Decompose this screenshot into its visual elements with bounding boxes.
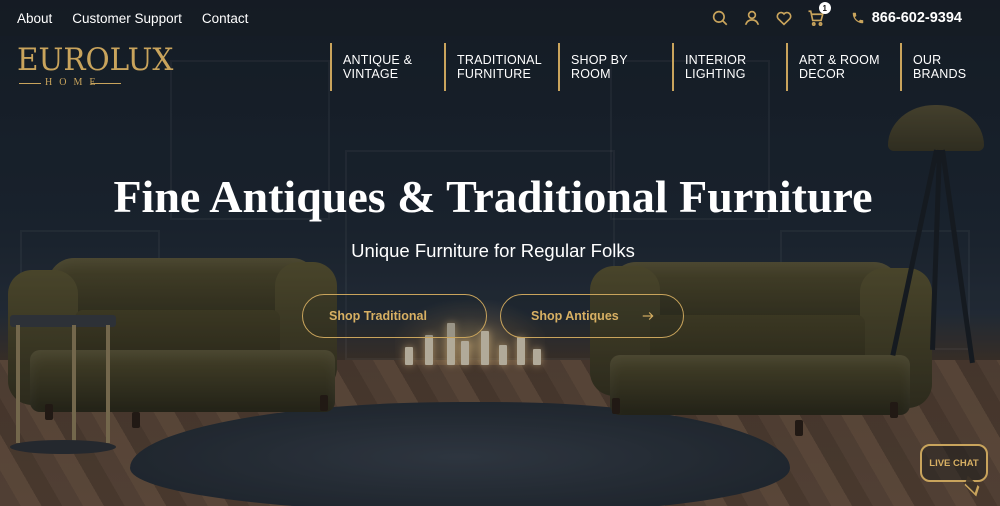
- hero-subtitle: Unique Furniture for Regular Folks: [351, 240, 635, 261]
- nav-label-line2: ROOM: [571, 67, 611, 81]
- about-link[interactable]: About: [17, 11, 52, 26]
- top-actions: 1 866-602-9394: [711, 0, 962, 36]
- nav-label-line2: LIGHTING: [685, 67, 746, 81]
- top-links: About Customer Support Contact: [0, 11, 248, 26]
- nav-label-line1: ANTIQUE &: [343, 53, 413, 67]
- main-navigation: ANTIQUE & VINTAGE TRADITIONAL FURNITURE …: [330, 43, 1000, 91]
- nav-art-room-decor[interactable]: ART & ROOM DECOR: [786, 43, 900, 91]
- nav-label-line1: SHOP BY: [571, 53, 628, 67]
- nav-label-line2: FURNITURE: [457, 67, 532, 81]
- nav-label-line1: INTERIOR: [685, 53, 747, 67]
- shop-traditional-button[interactable]: Shop Traditional: [302, 294, 487, 338]
- shop-antiques-button[interactable]: Shop Antiques: [500, 294, 684, 338]
- nav-antique-vintage[interactable]: ANTIQUE & VINTAGE: [330, 43, 444, 91]
- nav-traditional-furniture[interactable]: TRADITIONAL FURNITURE: [444, 43, 558, 91]
- heart-icon[interactable]: [775, 9, 793, 27]
- logo-subtitle: HOME: [17, 77, 121, 88]
- cart-count-badge: 1: [818, 2, 831, 14]
- search-icon[interactable]: [711, 9, 729, 27]
- contact-link[interactable]: Contact: [202, 11, 249, 26]
- nav-label-line2: BRANDS: [913, 67, 967, 81]
- nav-label-line1: TRADITIONAL: [457, 53, 542, 67]
- hero-title: Fine Antiques & Traditional Furniture: [113, 171, 873, 222]
- top-bar: About Customer Support Contact 1 866-602…: [0, 0, 1000, 36]
- customer-support-link[interactable]: Customer Support: [72, 11, 182, 26]
- nav-interior-lighting[interactable]: INTERIOR LIGHTING: [672, 43, 786, 91]
- live-chat-button[interactable]: LIVE CHAT: [920, 444, 988, 497]
- nav-label-line1: ART & ROOM: [799, 53, 880, 67]
- account-icon[interactable]: [743, 9, 761, 27]
- live-chat-label: LIVE CHAT: [929, 457, 979, 469]
- nav-our-brands[interactable]: OUR BRANDS: [900, 43, 1000, 91]
- shop-traditional-label: Shop Traditional: [329, 309, 427, 323]
- phone-number-text: 866-602-9394: [871, 10, 962, 26]
- nav-label-line2: DECOR: [799, 67, 846, 81]
- logo-wordmark: EUROLUX: [17, 42, 174, 78]
- phone-number[interactable]: 866-602-9394: [851, 10, 962, 26]
- eurolux-logo[interactable]: EUROLUX HOME: [17, 42, 174, 88]
- cart-icon[interactable]: 1: [807, 2, 831, 27]
- shop-antiques-label: Shop Antiques: [531, 309, 619, 323]
- nav-label-line2: VINTAGE: [343, 67, 399, 81]
- nav-label-line1: OUR: [913, 53, 942, 67]
- phone-icon: [851, 11, 865, 25]
- arrow-right-icon: [642, 312, 654, 320]
- nav-shop-by-room[interactable]: SHOP BY ROOM: [558, 43, 672, 91]
